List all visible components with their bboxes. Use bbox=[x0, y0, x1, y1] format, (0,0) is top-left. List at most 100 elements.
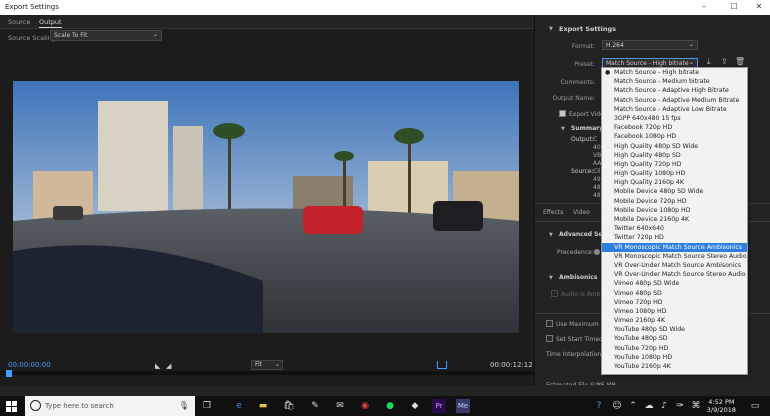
preset-option[interactable]: Match Source - Adaptive Medium Bitrate bbox=[602, 96, 747, 105]
help-icon[interactable]: ? bbox=[592, 399, 606, 413]
max-render-checkbox[interactable] bbox=[546, 320, 553, 327]
chrome-icon[interactable]: ◉ bbox=[358, 399, 372, 413]
preset-option[interactable]: Match Source - Medium bitrate bbox=[602, 77, 747, 86]
preset-option-label: Match Source - Adaptive Medium Bitrate bbox=[614, 96, 740, 104]
chevron-down-icon: ⌄ bbox=[688, 59, 694, 66]
tab-output[interactable]: Output bbox=[39, 18, 62, 28]
start-timecode-checkbox[interactable] bbox=[546, 335, 553, 342]
preset-option[interactable]: ● Match Source - High bitrate bbox=[602, 68, 747, 77]
network-icon[interactable]: ⌘ bbox=[689, 399, 703, 413]
onedrive-icon[interactable]: ☁ bbox=[642, 399, 656, 413]
source-range-icon[interactable] bbox=[437, 361, 447, 369]
preset-option[interactable]: YouTube 1080p HD bbox=[602, 353, 747, 362]
source-scaling-select[interactable]: Scale To Fit ⌄ bbox=[50, 30, 162, 41]
preset-option[interactable]: Mobile Device 1080p HD bbox=[602, 206, 747, 215]
preset-option[interactable]: Facebook 720p HD bbox=[602, 123, 747, 132]
import-preset-icon[interactable]: ⇪ bbox=[721, 57, 728, 66]
taskbar-search[interactable]: Type here to search 🎙 bbox=[25, 396, 195, 416]
collapse-icon[interactable]: ▼ bbox=[549, 275, 553, 281]
spotify-icon[interactable]: ● bbox=[383, 399, 397, 413]
chevron-down-icon: ⌄ bbox=[274, 361, 280, 368]
volume-icon[interactable]: ♪ bbox=[657, 399, 671, 413]
store-icon[interactable]: 🛍 bbox=[282, 399, 296, 413]
preset-option[interactable]: VR Monoscopic Match Source Ambisonics bbox=[602, 242, 747, 252]
people-icon[interactable]: ☺ bbox=[610, 399, 624, 413]
preset-option[interactable]: Vimeo 720p HD bbox=[602, 298, 747, 307]
preset-option[interactable]: Facebook 1080p HD bbox=[602, 132, 747, 141]
tab-source[interactable]: Source bbox=[8, 18, 30, 26]
preset-option[interactable]: High Quality 480p SD bbox=[602, 151, 747, 160]
source-output-tabs: Source Output bbox=[0, 15, 534, 29]
tab-effects[interactable]: Effects bbox=[543, 209, 563, 216]
collapse-icon[interactable]: ▼ bbox=[549, 26, 553, 32]
preset-option[interactable]: YouTube 480p SD bbox=[602, 334, 747, 343]
preset-option[interactable]: YouTube 720p HD bbox=[602, 344, 747, 353]
preset-option[interactable]: High Quality 720p HD bbox=[602, 160, 747, 169]
precedence-radio[interactable] bbox=[594, 249, 600, 255]
mark-in-button[interactable]: ◣ bbox=[155, 362, 160, 370]
delete-preset-icon[interactable]: 🗑 bbox=[735, 57, 745, 66]
save-preset-icon[interactable]: ⤓ bbox=[707, 57, 711, 67]
media-encoder-icon[interactable]: Me bbox=[456, 399, 470, 413]
playhead[interactable] bbox=[6, 370, 12, 377]
comments-label: Comments: bbox=[560, 79, 595, 86]
notepad-icon[interactable]: ✎ bbox=[308, 399, 322, 413]
preset-option[interactable]: Vimeo 480p SD bbox=[602, 289, 747, 298]
preset-option-label: VR Monoscopic Match Source Stereo Audio bbox=[614, 252, 747, 260]
windows-start-icon[interactable] bbox=[4, 399, 18, 413]
preset-option-label: Mobile Device 2160p 4K bbox=[614, 216, 690, 223]
app-icon[interactable]: ◆ bbox=[408, 399, 422, 413]
preset-option[interactable]: High Quality 480p SD Wide bbox=[602, 142, 747, 151]
preset-option[interactable]: Mobile Device 480p SD Wide bbox=[602, 187, 747, 196]
taskbar-clock[interactable]: 4:52 PM 3/9/2018 bbox=[707, 398, 736, 414]
preset-option-label: Vimeo 480p SD bbox=[614, 289, 662, 297]
preset-option[interactable]: 3GPP 640x480 15 fps bbox=[602, 114, 747, 123]
chevron-up-icon[interactable]: ⌃ bbox=[626, 399, 640, 413]
preset-option[interactable]: Mobile Device 720p HD bbox=[602, 197, 747, 206]
preset-option[interactable]: Match Source - Adaptive High Bitrate bbox=[602, 86, 747, 95]
microphone-icon[interactable]: 🎙 bbox=[179, 401, 189, 410]
preset-option[interactable]: YouTube 2160p 4K bbox=[602, 362, 747, 371]
preset-option[interactable]: Vimeo 1080p HD bbox=[602, 307, 747, 316]
zoom-select[interactable]: Fit ⌄ bbox=[251, 360, 283, 370]
preset-option-label: Vimeo 720p HD bbox=[614, 298, 663, 306]
preset-option-label: Mobile Device 480p SD Wide bbox=[614, 188, 704, 196]
preset-option[interactable]: VR Over-Under Match Source Stereo Audio bbox=[602, 270, 747, 279]
preset-option[interactable]: VR Over-Under Match Source Ambisonics bbox=[602, 261, 747, 270]
export-video-checkbox[interactable] bbox=[559, 110, 566, 117]
collapse-icon[interactable]: ▼ bbox=[549, 232, 553, 238]
source-summary-line: Cli bbox=[593, 168, 601, 175]
file-explorer-icon[interactable]: ▬ bbox=[256, 399, 270, 413]
notifications-icon[interactable]: ▭ bbox=[748, 399, 762, 413]
task-view-icon[interactable]: ❐ bbox=[200, 399, 214, 413]
preset-option[interactable]: Vimeo 480p SD Wide bbox=[602, 279, 747, 288]
chevron-down-icon: ⌄ bbox=[688, 41, 694, 48]
summary-header: Summary bbox=[571, 125, 604, 132]
premiere-pro-icon[interactable]: Pr bbox=[432, 399, 446, 413]
minimize-button[interactable]: – bbox=[697, 2, 711, 11]
preset-option[interactable]: Vimeo 2160p 4K bbox=[602, 316, 747, 325]
preset-dropdown-list[interactable]: ● Match Source - High bitrate Match Source… bbox=[601, 67, 748, 375]
preset-option[interactable]: High Quality 2160p 4K bbox=[602, 178, 747, 187]
close-button[interactable]: ✕ bbox=[752, 2, 766, 11]
format-select[interactable]: H.264 ⌄ bbox=[602, 40, 698, 50]
maximize-button[interactable]: ☐ bbox=[727, 2, 741, 11]
preset-option[interactable]: YouTube 480p SD Wide bbox=[602, 325, 747, 334]
pen-icon[interactable]: ✑ bbox=[673, 399, 687, 413]
ambisonics-checkbox[interactable] bbox=[551, 290, 558, 297]
timeline-track[interactable] bbox=[0, 371, 534, 375]
mail-icon[interactable]: ✉ bbox=[333, 399, 347, 413]
preset-option[interactable]: Twitter 640x640 bbox=[602, 224, 747, 233]
collapse-icon[interactable]: ▼ bbox=[561, 126, 565, 132]
preset-option-label: Vimeo 480p SD Wide bbox=[614, 280, 680, 288]
preset-option[interactable]: VR Monoscopic Match Source Stereo Audio bbox=[602, 252, 747, 261]
preset-option[interactable]: Match Source - Adaptive Low Bitrate bbox=[602, 105, 747, 114]
tab-video[interactable]: Video bbox=[573, 209, 590, 216]
preset-option[interactable]: High Quality 1080p HD bbox=[602, 169, 747, 178]
preset-option-label: High Quality 1080p HD bbox=[614, 170, 686, 178]
preset-option[interactable]: Mobile Device 2160p 4K bbox=[602, 215, 747, 224]
mark-out-button[interactable]: ◢ bbox=[166, 362, 171, 370]
edge-icon[interactable]: e bbox=[232, 399, 246, 413]
preset-option[interactable]: Twitter 720p HD bbox=[602, 233, 747, 242]
preset-option-label: Mobile Device 1080p HD bbox=[614, 206, 691, 214]
